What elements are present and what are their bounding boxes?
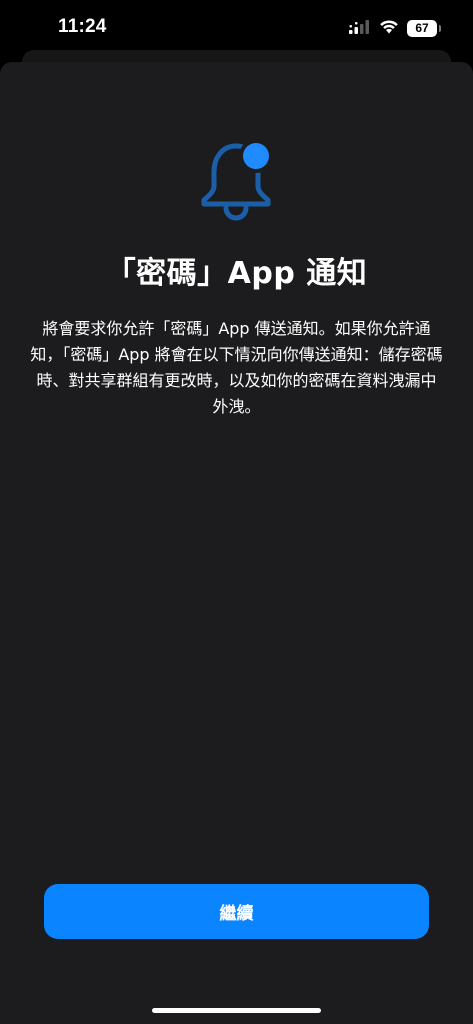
battery-icon: 67 xyxy=(407,19,441,37)
status-indicators: 67 xyxy=(349,17,441,39)
battery-cap xyxy=(439,24,441,32)
continue-button[interactable]: 繼續 xyxy=(44,884,429,939)
screen: 11:24 67 「密碼」App 通知 將會要求你允許「密碼」App 傳送通知。… xyxy=(0,0,473,1024)
battery-level: 67 xyxy=(415,21,429,35)
description-text: 將會要求你允許「密碼」App 傳送通知。如果你允許通知，「密碼」App 將會在以… xyxy=(30,319,443,416)
wifi-icon xyxy=(379,19,399,38)
bell-with-badge-icon xyxy=(196,138,276,224)
status-time: 11:24 xyxy=(58,16,107,37)
status-bar: 11:24 67 xyxy=(0,0,473,56)
cellular-signal-icon xyxy=(349,19,371,38)
page-title: 「密碼」App 通知 xyxy=(105,256,368,291)
home-indicator[interactable] xyxy=(152,1008,321,1013)
